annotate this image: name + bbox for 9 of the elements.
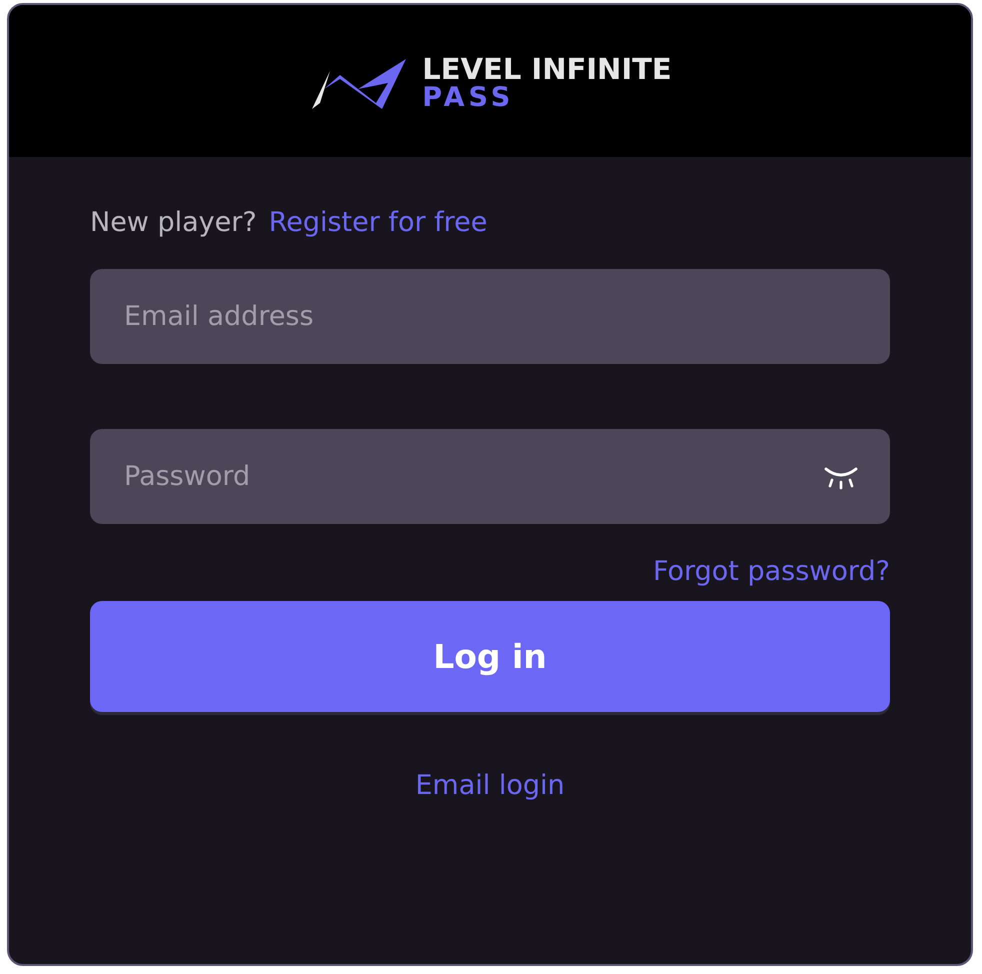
email-login-link[interactable]: Email login: [415, 770, 565, 801]
forgot-password-link[interactable]: Forgot password?: [652, 556, 890, 587]
logo-subtitle: PASS: [422, 84, 516, 111]
register-link[interactable]: Register for free: [268, 205, 488, 241]
login-button[interactable]: Log in: [90, 601, 890, 712]
logo-wordmark: LEVEL INFINITE: [422, 55, 672, 84]
email-field[interactable]: Email address: [90, 269, 890, 364]
new-player-prompt: New player?: [90, 206, 257, 240]
password-field[interactable]: Password: [90, 429, 890, 524]
